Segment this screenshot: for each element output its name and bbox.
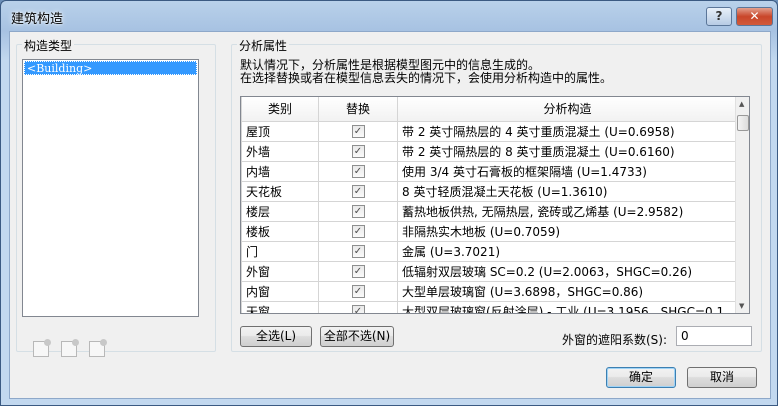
override-checkbox[interactable]: ✓ (351, 145, 365, 158)
table-vertical-scrollbar[interactable]: ▲ ▼ (735, 97, 749, 313)
analysis-description: 默认情况下，分析属性是根据模型图元中的信息生成的。 在选择替换或者在模型信息丢失… (240, 59, 612, 85)
row-construction[interactable]: 非隔热实木地板 (U=0.7059) (397, 220, 738, 242)
table-header-row: 类别 替换 分析构造 (241, 97, 738, 122)
ok-button[interactable]: 确定 (606, 367, 676, 388)
table-row[interactable]: 门 ✓ 金属 (U=3.7021) (241, 240, 738, 262)
analysis-table: 类别 替换 分析构造 屋顶 ✓ 带 2 英寸隔热层的 4 英寸重质混凝土 (U=… (240, 96, 750, 314)
row-construction[interactable]: 低辐射双层玻璃 SC=0.2 (U=2.0063，SHGC=0.26) (397, 260, 738, 282)
help-button[interactable]: ? (706, 7, 732, 26)
row-construction[interactable]: 使用 3/4 英寸石膏板的框架隔墙 (U=1.4733) (397, 160, 738, 182)
dialog-window: 建筑构造 ? ✕ 构造类型 <Building> 分析属性 默认情况下，分析属性… (0, 0, 778, 406)
column-header-construction[interactable]: 分析构造 (397, 97, 738, 122)
row-construction[interactable]: 大型单层玻璃窗 (U=3.6898，SHGC=0.86) (397, 280, 738, 302)
delete-type-icon[interactable] (89, 339, 107, 357)
close-button[interactable]: ✕ (736, 7, 773, 26)
override-checkbox[interactable]: ✓ (351, 205, 365, 218)
table-row[interactable]: 楼层 ✓ 蓄热地板供热, 无隔热层, 瓷砖或乙烯基 (U=2.9582) (241, 200, 738, 222)
row-construction[interactable]: 大型双层玻璃窗(反射涂层) - 工业 (U=3.1956，SHGC=0.1 (397, 300, 738, 313)
table-row[interactable]: 天窗 ✓ 大型双层玻璃窗(反射涂层) - 工业 (U=3.1956，SHGC=0… (241, 300, 738, 313)
row-construction[interactable]: 带 2 英寸隔热层的 8 英寸重质混凝土 (U=0.6160) (397, 140, 738, 162)
table-row[interactable]: 外墙 ✓ 带 2 英寸隔热层的 8 英寸重质混凝土 (U=0.6160) (241, 140, 738, 162)
row-construction[interactable]: 8 英寸轻质混凝土天花板 (U=1.3610) (397, 180, 738, 202)
analysis-properties-group: 分析属性 默认情况下，分析属性是根据模型图元中的信息生成的。 在选择替换或者在模… (231, 37, 762, 352)
new-type-icon[interactable] (33, 339, 51, 357)
row-category: 天窗 (241, 300, 319, 313)
table-row[interactable]: 内窗 ✓ 大型单层玻璃窗 (U=3.6898，SHGC=0.86) (241, 280, 738, 302)
table-row[interactable]: 外窗 ✓ 低辐射双层玻璃 SC=0.2 (U=2.0063，SHGC=0.26) (241, 260, 738, 282)
construction-types-label: 构造类型 (22, 37, 75, 54)
deselect-all-button[interactable]: 全部不选(N) (320, 326, 394, 347)
table-row[interactable]: 楼板 ✓ 非隔热实木地板 (U=0.7059) (241, 220, 738, 242)
override-checkbox[interactable]: ✓ (351, 305, 365, 313)
column-header-category[interactable]: 类别 (241, 97, 319, 122)
row-category: 屋顶 (241, 120, 319, 142)
row-category: 楼板 (241, 220, 319, 242)
column-header-override[interactable]: 替换 (318, 97, 398, 122)
select-all-button[interactable]: 全选(L) (240, 326, 312, 347)
window-title: 建筑构造 (11, 12, 64, 27)
row-category: 外窗 (241, 260, 319, 282)
row-construction[interactable]: 带 2 英寸隔热层的 4 英寸重质混凝土 (U=0.6958) (397, 120, 738, 142)
override-checkbox[interactable]: ✓ (351, 265, 365, 278)
analysis-properties-label: 分析属性 (237, 37, 290, 54)
override-checkbox[interactable]: ✓ (351, 225, 365, 238)
scroll-down-arrow-icon[interactable]: ▼ (739, 302, 744, 310)
scroll-up-arrow-icon[interactable]: ▲ (739, 100, 744, 108)
row-category: 内窗 (241, 280, 319, 302)
override-checkbox[interactable]: ✓ (351, 285, 365, 298)
table-row[interactable]: 内墙 ✓ 使用 3/4 英寸石膏板的框架隔墙 (U=1.4733) (241, 160, 738, 182)
row-category: 门 (241, 240, 319, 262)
shading-coefficient-label: 外窗的遮阳系数(S): (562, 333, 668, 347)
shading-coefficient-input[interactable]: 0 (676, 326, 752, 346)
row-category: 天花板 (241, 180, 319, 202)
override-checkbox[interactable]: ✓ (351, 165, 365, 178)
table-row[interactable]: 天花板 ✓ 8 英寸轻质混凝土天花板 (U=1.3610) (241, 180, 738, 202)
row-construction[interactable]: 蓄热地板供热, 无隔热层, 瓷砖或乙烯基 (U=2.9582) (397, 200, 738, 222)
table-row[interactable]: 屋顶 ✓ 带 2 英寸隔热层的 4 英寸重质混凝土 (U=0.6958) (241, 120, 738, 142)
dialog-body: 构造类型 <Building> 分析属性 默认情况下，分析属性是根据模型图元中的… (9, 31, 771, 399)
description-line-2: 在选择替换或者在模型信息丢失的情况下，会使用分析构造中的属性。 (240, 71, 613, 85)
override-checkbox[interactable]: ✓ (351, 245, 365, 258)
construction-types-list[interactable]: <Building> (22, 59, 199, 317)
construction-types-group: 构造类型 <Building> (16, 37, 216, 357)
override-checkbox[interactable]: ✓ (351, 185, 365, 198)
title-bar: 建筑构造 ? ✕ (1, 1, 777, 31)
scroll-thumb[interactable] (737, 115, 749, 131)
cancel-button[interactable]: 取消 (687, 367, 757, 388)
type-item-building[interactable]: <Building> (24, 61, 197, 75)
row-category: 外墙 (241, 140, 319, 162)
row-category: 楼层 (241, 200, 319, 222)
duplicate-type-icon[interactable] (61, 339, 79, 357)
row-construction[interactable]: 金属 (U=3.7021) (397, 240, 738, 262)
row-category: 内墙 (241, 160, 319, 182)
override-checkbox[interactable]: ✓ (351, 125, 365, 138)
